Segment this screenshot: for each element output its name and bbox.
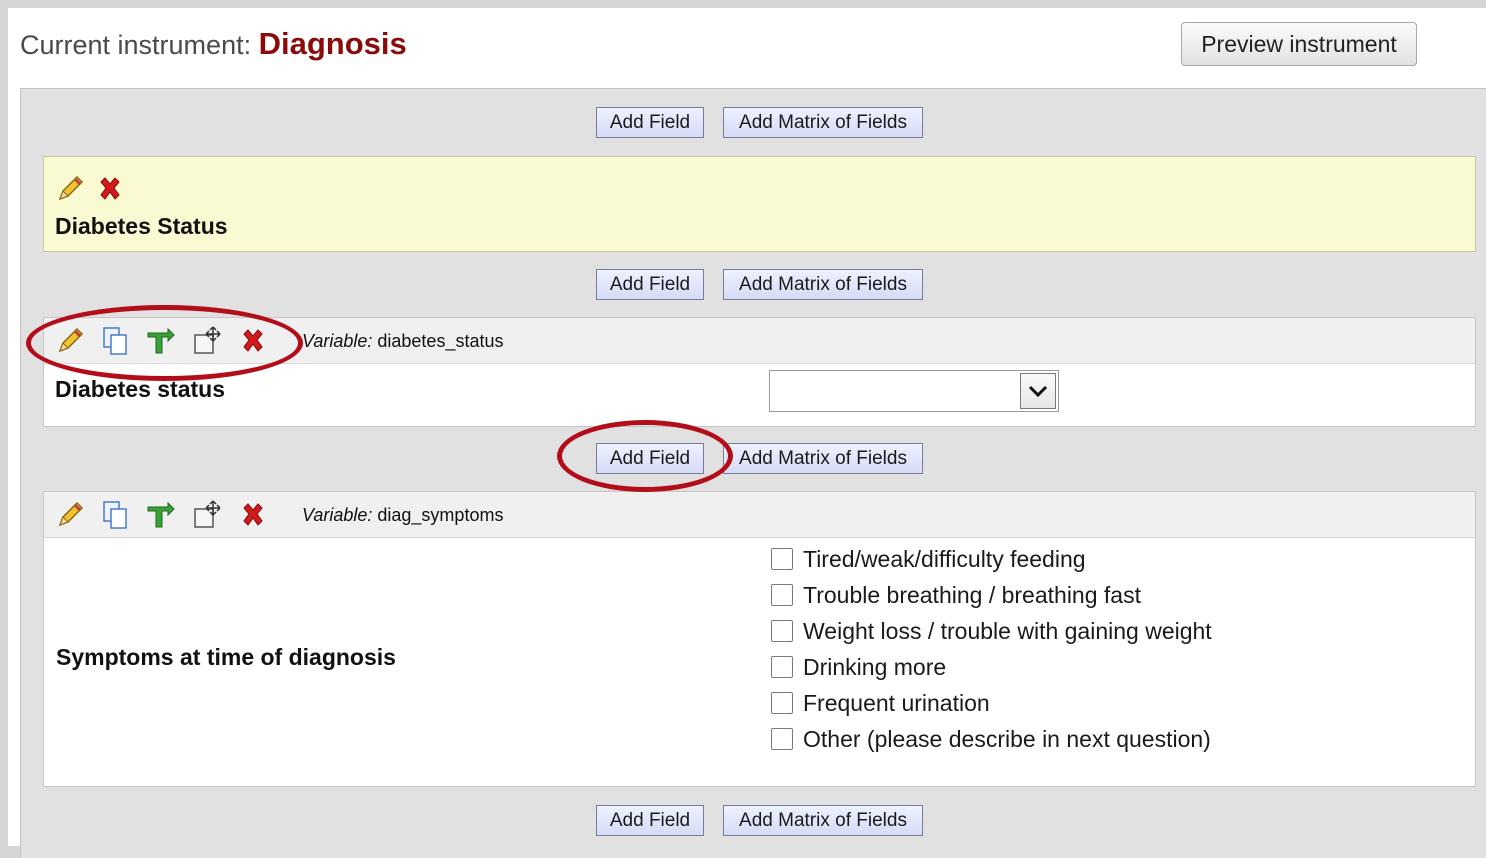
checkbox-label: Weight loss / trouble with gaining weigh…: [803, 617, 1212, 644]
instrument-prefix: Current instrument:: [20, 30, 252, 60]
field-diabetes-status: Variable: diabetes_status Diabetes statu…: [43, 317, 1476, 427]
pencil-icon[interactable]: [54, 173, 86, 205]
add-field-button[interactable]: Add Field: [596, 443, 704, 474]
variable-prefix: Variable:: [302, 505, 373, 525]
checkbox-option[interactable]: Drinking more: [771, 650, 946, 684]
delete-icon[interactable]: [237, 325, 269, 357]
add-field-button[interactable]: Add Field: [596, 805, 704, 836]
diabetes-status-select[interactable]: [769, 370, 1059, 412]
move-icon[interactable]: [191, 325, 223, 357]
add-matrix-button[interactable]: Add Matrix of Fields: [723, 269, 923, 300]
checkbox[interactable]: [771, 656, 793, 678]
checkbox-label: Trouble breathing / breathing fast: [803, 581, 1141, 608]
checkbox-option[interactable]: Other (please describe in next question): [771, 722, 1211, 756]
field-body: Diabetes status: [44, 364, 1475, 426]
field-diag-symptoms: Variable: diag_symptoms Symptoms at time…: [43, 491, 1476, 787]
variable-name: diabetes_status: [377, 331, 504, 351]
add-matrix-button[interactable]: Add Matrix of Fields: [723, 443, 923, 474]
page: Current instrument: Diagnosis Preview in…: [8, 8, 1486, 858]
add-field-row: Add Field Add Matrix of Fields: [21, 107, 1486, 141]
checkbox-label: Drinking more: [803, 653, 947, 680]
variable-label: Variable: diag_symptoms: [302, 505, 503, 526]
copy-icon[interactable]: [99, 325, 131, 357]
field-toolbar: Variable: diabetes_status: [44, 318, 1475, 364]
checkbox[interactable]: [771, 584, 793, 606]
checkbox[interactable]: [771, 692, 793, 714]
checkbox-option[interactable]: Tired/weak/difficulty feeding: [771, 542, 1086, 576]
chevron-down-icon[interactable]: [1020, 373, 1056, 409]
field-toolbar: Variable: diag_symptoms: [44, 492, 1475, 538]
checkbox[interactable]: [771, 548, 793, 570]
variable-name: diag_symptoms: [377, 505, 504, 525]
delete-icon[interactable]: [94, 173, 126, 205]
add-field-row: Add Field Add Matrix of Fields: [21, 443, 1486, 477]
preview-instrument-button[interactable]: Preview instrument: [1181, 22, 1417, 66]
branching-icon[interactable]: [144, 325, 176, 357]
copy-icon[interactable]: [99, 499, 131, 531]
page-title: Current instrument: Diagnosis: [20, 26, 407, 62]
delete-icon[interactable]: [237, 499, 269, 531]
instrument-name: Diagnosis: [258, 26, 407, 61]
field-label: Diabetes status: [55, 376, 226, 402]
checkbox-option[interactable]: Weight loss / trouble with gaining weigh…: [771, 614, 1212, 648]
variable-prefix: Variable:: [302, 331, 373, 351]
instrument-designer: Add Field Add Matrix of Fields Diabetes …: [20, 88, 1486, 858]
checkbox[interactable]: [771, 728, 793, 750]
checkbox-label: Other (please describe in next question): [803, 725, 1211, 752]
pencil-icon[interactable]: [54, 325, 86, 357]
variable-label: Variable: diabetes_status: [302, 331, 503, 352]
pencil-icon[interactable]: [54, 499, 86, 531]
section-title: Diabetes Status: [55, 213, 228, 239]
checkbox[interactable]: [771, 620, 793, 642]
field-body: Symptoms at time of diagnosis Tired/weak…: [44, 538, 1475, 786]
add-field-button[interactable]: Add Field: [596, 107, 704, 138]
add-matrix-button[interactable]: Add Matrix of Fields: [723, 107, 923, 138]
add-field-row: Add Field Add Matrix of Fields: [21, 269, 1486, 303]
add-field-row: Add Field Add Matrix of Fields: [21, 805, 1486, 839]
section-header: Diabetes Status: [43, 156, 1476, 252]
add-field-button[interactable]: Add Field: [596, 269, 704, 300]
add-matrix-button[interactable]: Add Matrix of Fields: [723, 805, 923, 836]
field-label: Symptoms at time of diagnosis: [56, 644, 396, 670]
checkbox-option[interactable]: Frequent urination: [771, 686, 990, 720]
move-icon[interactable]: [191, 499, 223, 531]
checkbox-label: Frequent urination: [803, 689, 990, 716]
branching-icon[interactable]: [144, 499, 176, 531]
checkbox-label: Tired/weak/difficulty feeding: [803, 545, 1086, 572]
checkbox-option[interactable]: Trouble breathing / breathing fast: [771, 578, 1141, 612]
